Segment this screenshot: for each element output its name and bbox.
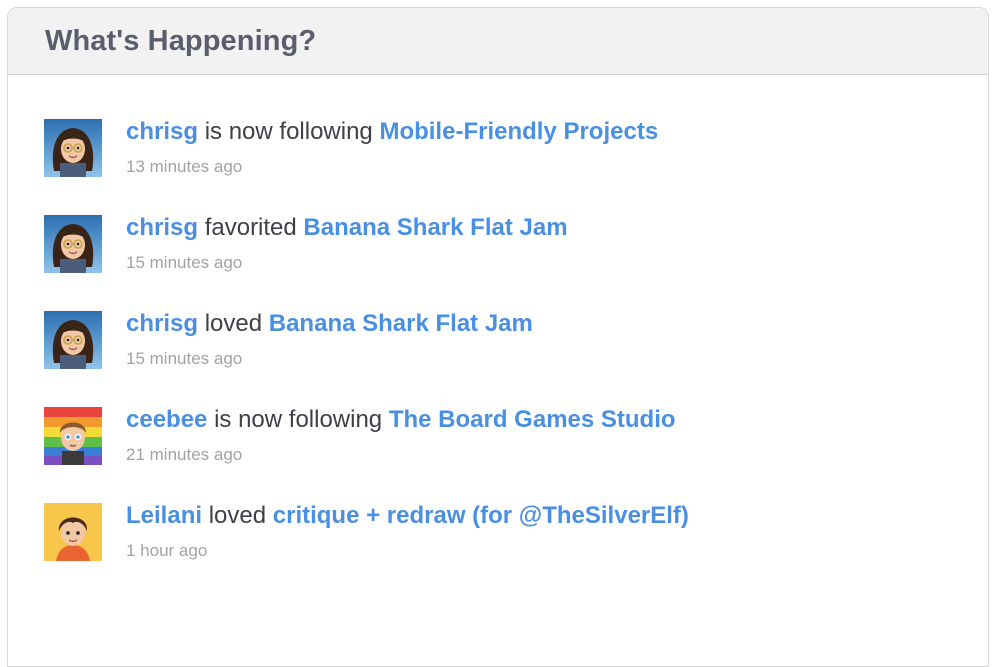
chrisg-avatar-icon[interactable]: [44, 119, 102, 177]
user-link[interactable]: chrisg: [126, 118, 198, 145]
action-text: is now following: [198, 118, 380, 145]
ceebee-avatar-icon[interactable]: [44, 407, 102, 465]
activity-item: ceebee is now following The Board Games …: [44, 407, 988, 503]
user-link[interactable]: chrisg: [126, 310, 198, 337]
action-text: loved: [198, 310, 269, 337]
activity-text: chrisg is now following Mobile-Friendly …: [126, 119, 658, 177]
action-text: loved: [202, 502, 273, 529]
target-link[interactable]: Banana Shark Flat Jam: [269, 310, 533, 337]
activity-feed: chrisg is now following Mobile-Friendly …: [44, 119, 988, 599]
activity-text: chrisg loved Banana Shark Flat Jam 15 mi…: [126, 311, 533, 369]
activity-line: chrisg loved Banana Shark Flat Jam: [126, 311, 533, 337]
activity-line: chrisg is now following Mobile-Friendly …: [126, 119, 658, 145]
activity-line: ceebee is now following The Board Games …: [126, 407, 676, 433]
timestamp: 13 minutes ago: [126, 157, 243, 176]
panel-header: What's Happening?: [8, 8, 988, 75]
user-link[interactable]: Leilani: [126, 502, 202, 529]
activity-line: Leilani loved critique + redraw (for @Th…: [126, 503, 689, 529]
activity-item: chrisg loved Banana Shark Flat Jam 15 mi…: [44, 311, 988, 407]
activity-text: Leilani loved critique + redraw (for @Th…: [126, 503, 689, 561]
timestamp: 15 minutes ago: [126, 349, 243, 368]
action-text: is now following: [207, 406, 389, 433]
target-link[interactable]: The Board Games Studio: [389, 406, 676, 433]
leilani-avatar-icon[interactable]: [44, 503, 102, 561]
activity-item: chrisg favorited Banana Shark Flat Jam 1…: [44, 215, 988, 311]
activity-line: chrisg favorited Banana Shark Flat Jam: [126, 215, 568, 241]
timestamp: 15 minutes ago: [126, 253, 243, 272]
activity-item: chrisg is now following Mobile-Friendly …: [44, 119, 988, 215]
action-text: favorited: [198, 214, 304, 241]
timestamp: 21 minutes ago: [126, 445, 243, 464]
panel-title: What's Happening?: [45, 24, 317, 57]
target-link[interactable]: Mobile-Friendly Projects: [379, 118, 658, 145]
user-link[interactable]: chrisg: [126, 214, 198, 241]
whats-happening-panel: What's Happening? chrisg is now followin…: [7, 7, 989, 667]
target-link[interactable]: critique + redraw (for @TheSilverElf): [273, 502, 689, 529]
target-link[interactable]: Banana Shark Flat Jam: [303, 214, 567, 241]
timestamp: 1 hour ago: [126, 541, 208, 560]
chrisg-avatar-icon[interactable]: [44, 215, 102, 273]
activity-text: ceebee is now following The Board Games …: [126, 407, 676, 465]
chrisg-avatar-icon[interactable]: [44, 311, 102, 369]
user-link[interactable]: ceebee: [126, 406, 207, 433]
activity-item: Leilani loved critique + redraw (for @Th…: [44, 503, 988, 599]
activity-text: chrisg favorited Banana Shark Flat Jam 1…: [126, 215, 568, 273]
